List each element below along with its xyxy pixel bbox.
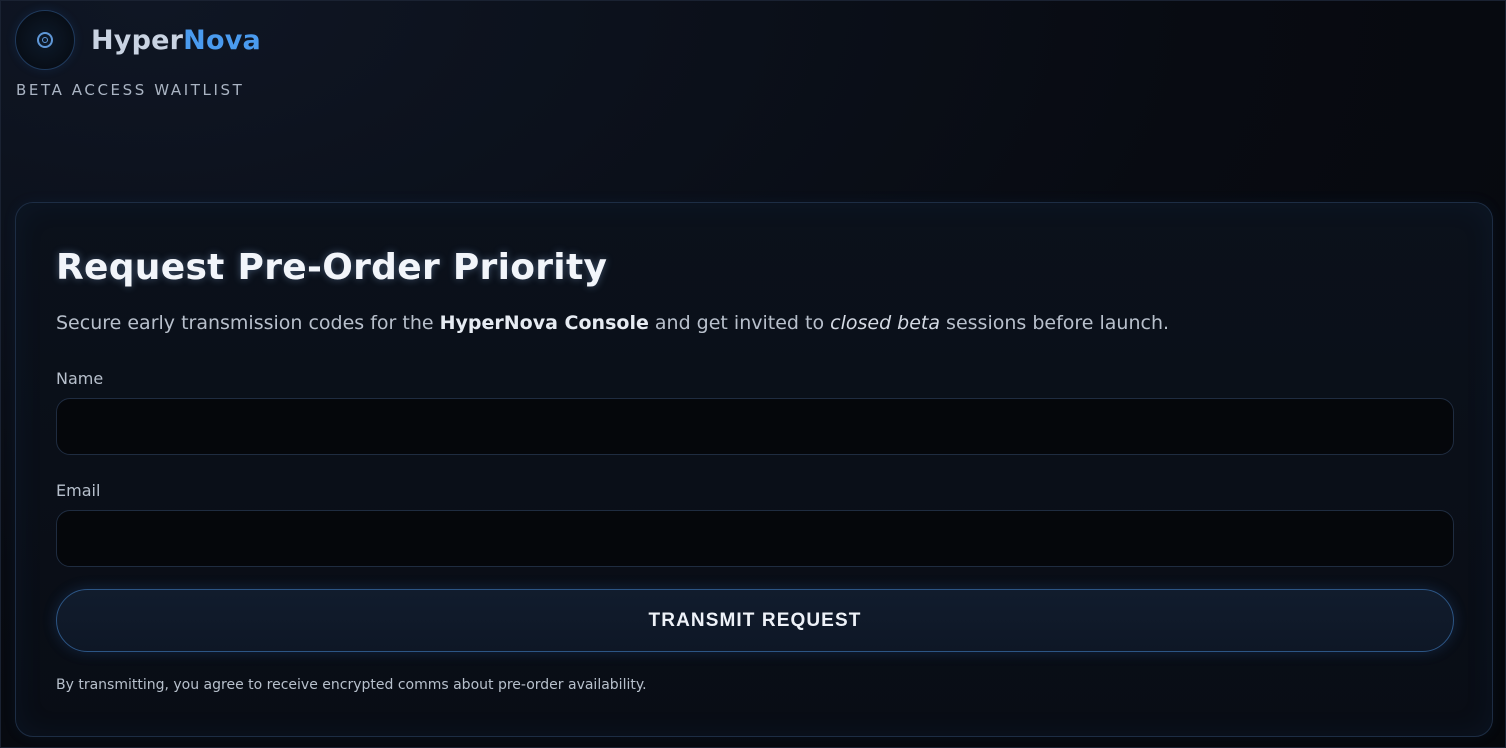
brand-header: HyperNova	[15, 10, 261, 70]
waitlist-card: Request Pre-Order Priority Secure early …	[15, 202, 1493, 737]
orbit-target-icon-core	[42, 37, 48, 43]
brand-name-accent: Nova	[183, 24, 261, 56]
card-description: Secure early transmission codes for the …	[56, 312, 1169, 334]
transmit-request-button[interactable]: TRANSMIT REQUEST	[56, 589, 1454, 652]
desc-closed-beta: closed beta	[830, 312, 941, 334]
brand-tagline: BETA ACCESS WAITLIST	[16, 81, 245, 99]
email-label: Email	[56, 481, 101, 500]
brand-name-primary: Hyper	[91, 24, 184, 56]
name-input[interactable]	[56, 398, 1454, 455]
name-label: Name	[56, 369, 104, 388]
desc-text-2: and get invited to	[648, 312, 831, 334]
logo	[15, 10, 75, 70]
orbit-target-icon	[37, 32, 53, 48]
consent-footnote: By transmitting, you agree to receive en…	[56, 677, 647, 693]
email-input[interactable]	[56, 510, 1454, 567]
desc-product-name: HyperNova Console	[439, 312, 649, 334]
desc-text-3: sessions before launch.	[940, 312, 1170, 334]
card-title: Request Pre-Order Priority	[56, 247, 608, 288]
brand-name: HyperNova	[91, 25, 261, 56]
desc-text-1: Secure early transmission codes for the	[56, 312, 440, 334]
